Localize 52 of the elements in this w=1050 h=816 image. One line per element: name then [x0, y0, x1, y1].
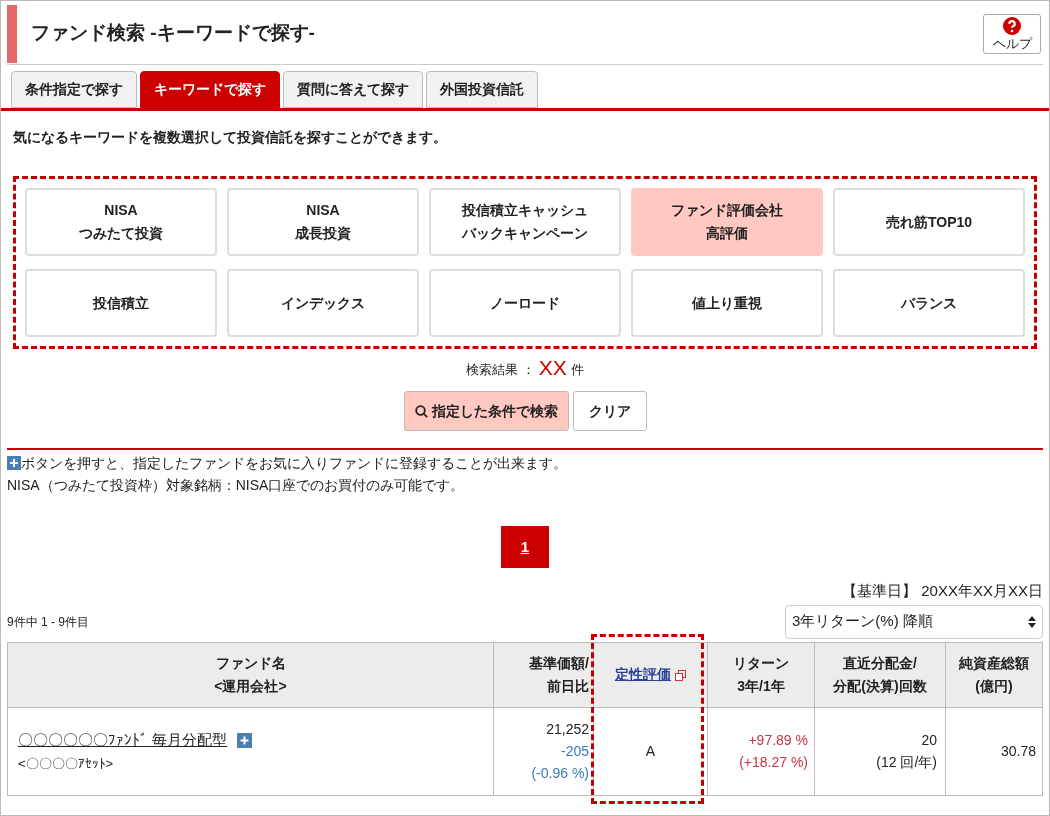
price-value: 21,252	[545, 720, 589, 739]
popup-icon	[674, 669, 686, 681]
change-value: -205	[559, 742, 589, 761]
updown-icon	[1028, 615, 1036, 628]
assets-cell: 30.78	[945, 707, 1043, 795]
keyword-button[interactable]: バランス	[833, 269, 1025, 337]
column-header: リターン 3年/1年	[707, 642, 815, 707]
frequency-value: (12 回/年)	[875, 753, 937, 772]
keyword-button[interactable]: ノーロード	[429, 269, 621, 337]
return-3y: +97.89 %	[747, 731, 808, 750]
question-icon	[1003, 17, 1021, 35]
search-button[interactable]: 指定した条件で検索	[403, 391, 569, 431]
keyword-button[interactable]: NISA つみたて投資	[25, 188, 217, 256]
description-text: 気になるキーワードを複数選択して投資信託を探すことができます。	[12, 128, 448, 147]
page-button[interactable]: 1	[501, 526, 549, 568]
tab[interactable]: キーワードで探す	[140, 71, 280, 108]
fund-name-link[interactable]: 〇〇〇〇〇〇ﾌｧﾝﾄﾞ 毎月分配型	[18, 729, 228, 752]
column-header: 純資産総額 (億円)	[945, 642, 1043, 707]
result-label: 検索結果 ：	[466, 360, 535, 379]
search-icon	[414, 404, 428, 418]
change-percent: (-0.96 %)	[530, 764, 589, 783]
column-header: ファンド名 <運用会社>	[7, 642, 494, 707]
dividend-value: 20	[920, 731, 937, 750]
column-header-link[interactable]: 定性評価	[615, 666, 672, 682]
rating-cell: A	[593, 707, 708, 795]
return-1y: (+18.27 %)	[738, 753, 808, 772]
column-header: 直近分配金/ 分配(決算)回数	[814, 642, 946, 707]
tab[interactable]: 条件指定で探す	[11, 71, 137, 108]
clear-button[interactable]: クリア	[572, 391, 647, 431]
result-count: XX	[538, 357, 567, 379]
keyword-button[interactable]: NISA 成長投資	[227, 188, 419, 256]
keyword-button[interactable]: インデックス	[227, 269, 419, 337]
tab[interactable]: 外国投資信託	[426, 71, 538, 108]
keyword-button[interactable]: 売れ筋TOP10	[833, 188, 1025, 256]
keyword-button[interactable]: 投信積立	[25, 269, 217, 337]
keyword-button[interactable]: 投信積立キャッシュ バックキャンペーン	[429, 188, 621, 256]
tab[interactable]: 質問に答えて探す	[283, 71, 423, 108]
base-date: 【基準日】 20XX年XX月XX日	[841, 581, 1044, 601]
company-name: <〇〇〇〇ｱｾｯﾄ>	[18, 754, 115, 773]
help-button[interactable]: ヘルプ	[983, 13, 1041, 54]
keyword-button[interactable]: 値上り重視	[631, 269, 823, 337]
add-favorite-icon[interactable]	[237, 732, 253, 748]
result-range: 9件中 1 - 9件目	[7, 613, 90, 631]
note-text: ボタンを押すと、指定したファンドをお気に入りファンドに登録することが出来ます。	[21, 454, 567, 473]
column-header: 基準価額/ 前日比	[493, 642, 594, 707]
keyword-button[interactable]: ファンド評価会社 高評価	[631, 188, 823, 256]
note-text: NISA（つみたて投資枠）対象銘柄：NISA口座でのお買付のみ可能です。	[7, 476, 465, 495]
result-unit: 件	[570, 360, 584, 379]
plus-icon	[7, 456, 21, 470]
title-accent-bar	[7, 4, 17, 63]
sort-dropdown[interactable]: 3年リターン(%) 降順	[785, 604, 1043, 639]
page-title: ファンド検索 -キーワードで探す-	[31, 21, 316, 46]
